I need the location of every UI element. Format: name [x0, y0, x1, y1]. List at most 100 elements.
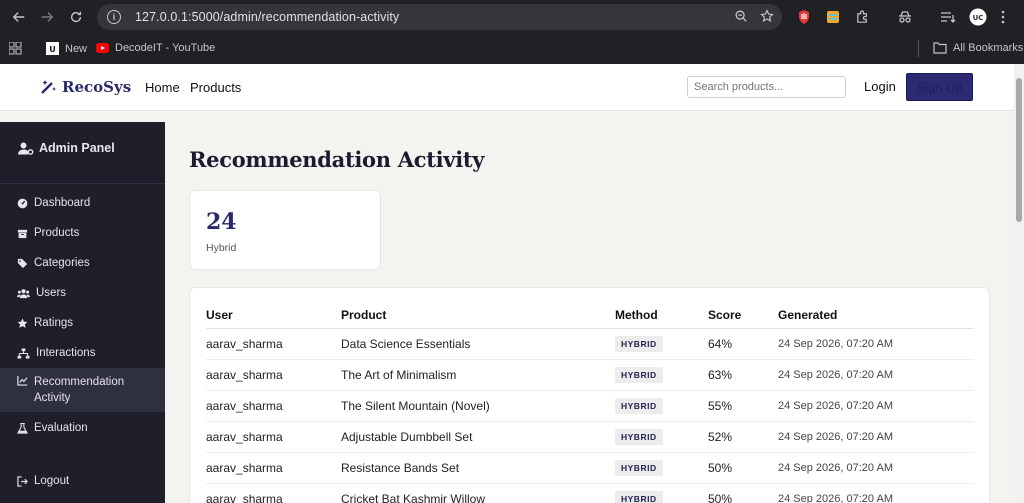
cell-user: aarav_sharma	[206, 359, 341, 391]
dashboard-icon	[17, 198, 28, 209]
extensions-puzzle-icon[interactable]	[855, 7, 870, 27]
box-icon	[17, 229, 28, 239]
brand-logo[interactable]: RecoSys	[40, 78, 131, 96]
svg-text:U: U	[49, 45, 56, 54]
web-page: RecoSys Home Products Login Sign Up Admi…	[0, 64, 1024, 503]
admin-panel-title: Admin Panel	[18, 141, 115, 155]
zoom-icon[interactable]	[734, 9, 748, 26]
stat-value: 24	[206, 209, 237, 235]
cell-product: Data Science Essentials	[341, 328, 615, 360]
sidebar-item-users[interactable]: Users	[0, 287, 165, 299]
magic-wand-icon	[41, 80, 56, 94]
sidebar-item-dashboard[interactable]: Dashboard	[0, 197, 165, 209]
media-queue-icon[interactable]	[940, 7, 956, 27]
cell-score: 55%	[708, 390, 778, 422]
cell-user: aarav_sharma	[206, 421, 341, 453]
column-header-product: Product	[341, 302, 615, 329]
back-icon[interactable]	[5, 3, 33, 31]
sidebar-item-recommendation-activity[interactable]: Recommendation Activity	[0, 368, 165, 412]
incognito-icon[interactable]	[897, 7, 913, 27]
table-row: aarav_sharma The Art of Minimalism HYBRI…	[206, 359, 974, 391]
activity-table: User Product Method Score Generated aara…	[206, 302, 974, 503]
table-row: aarav_sharma Cricket Bat Kashmir Willow …	[206, 483, 974, 503]
cell-score: 50%	[708, 452, 778, 484]
bookmark-new[interactable]: U New	[46, 42, 87, 55]
cell-method: HYBRID	[615, 421, 708, 453]
sidebar-item-categories[interactable]: Categories	[0, 257, 165, 269]
bookmark-star-icon[interactable]	[760, 9, 774, 26]
column-header-score: Score	[708, 302, 778, 329]
cell-product: Cricket Bat Kashmir Willow	[341, 483, 615, 503]
url-text: 127.0.0.1:5000/admin/recommendation-acti…	[135, 10, 400, 24]
brand-name: RecoSys	[62, 78, 132, 96]
sidebar-item-ratings[interactable]: Ratings	[0, 317, 165, 329]
search-input[interactable]	[687, 76, 846, 98]
address-bar[interactable]: i 127.0.0.1:5000/admin/recommendation-ac…	[97, 4, 782, 30]
youtube-icon	[96, 43, 109, 53]
app-extension-icon[interactable]	[826, 7, 840, 27]
apps-grid-icon[interactable]	[8, 41, 22, 58]
cell-method: HYBRID	[615, 452, 708, 484]
flask-icon	[17, 423, 28, 434]
logout-icon	[17, 476, 28, 487]
shield-extension-icon[interactable]	[797, 7, 811, 27]
table-header-row: User Product Method Score Generated	[206, 302, 974, 329]
method-badge: HYBRID	[615, 335, 663, 352]
sidebar-item-label: Categories	[34, 257, 90, 269]
logout-button[interactable]: Logout	[0, 475, 165, 487]
cell-generated: 24 Sep 2026, 07:20 AM	[778, 390, 974, 422]
bookmark-label: DecodeIT - YouTube	[115, 42, 216, 54]
sidebar-divider	[0, 183, 165, 184]
uc-favicon-icon: U	[46, 42, 59, 55]
tags-icon	[17, 258, 28, 269]
bookmark-decodeit[interactable]: DecodeIT - YouTube	[96, 42, 215, 54]
cell-score: 64%	[708, 328, 778, 360]
browser-toolbar: i 127.0.0.1:5000/admin/recommendation-ac…	[0, 0, 1024, 34]
cell-method: HYBRID	[615, 328, 708, 360]
nav-home-link[interactable]: Home	[145, 80, 180, 95]
page-scrollbar[interactable]	[1014, 64, 1024, 503]
cell-generated: 24 Sep 2026, 07:20 AM	[778, 483, 974, 503]
chart-line-icon	[17, 375, 28, 386]
main-content: Recommendation Activity 24 Hybrid User P…	[165, 122, 1014, 503]
activity-table-card: User Product Method Score Generated aara…	[189, 287, 990, 503]
forward-icon[interactable]	[33, 3, 61, 31]
user-gear-icon	[18, 142, 34, 155]
cell-product: The Art of Minimalism	[341, 359, 615, 391]
folder-icon	[933, 42, 947, 54]
scrollbar-thumb[interactable]	[1016, 78, 1022, 222]
sidebar-item-products[interactable]: Products	[0, 227, 165, 239]
table-row: aarav_sharma Resistance Bands Set HYBRID…	[206, 452, 974, 484]
cell-generated: 24 Sep 2026, 07:20 AM	[778, 421, 974, 453]
profile-avatar-icon[interactable]: UC	[969, 7, 987, 27]
sidebar-item-interactions[interactable]: Interactions	[0, 347, 165, 359]
admin-panel-label: Admin Panel	[39, 141, 115, 155]
admin-sidebar: Admin Panel Dashboard Products Categorie…	[0, 122, 165, 503]
table-row: aarav_sharma Adjustable Dumbbell Set HYB…	[206, 421, 974, 453]
login-link[interactable]: Login	[864, 79, 896, 94]
cell-generated: 24 Sep 2026, 07:20 AM	[778, 452, 974, 484]
all-bookmarks-button[interactable]: All Bookmarks	[933, 42, 1023, 54]
method-badge: HYBRID	[615, 397, 663, 414]
svg-text:UC: UC	[973, 14, 984, 22]
sidebar-item-label: Users	[36, 287, 67, 299]
page-title: Recommendation Activity	[189, 147, 485, 172]
cell-user: aarav_sharma	[206, 328, 341, 360]
star-icon	[17, 318, 28, 328]
cell-score: 52%	[708, 421, 778, 453]
nav-products-link[interactable]: Products	[190, 80, 241, 95]
signup-button[interactable]: Sign Up	[906, 73, 973, 101]
cell-product: The Silent Mountain (Novel)	[341, 390, 615, 422]
site-info-icon[interactable]: i	[107, 10, 121, 24]
cell-score: 63%	[708, 359, 778, 391]
sidebar-item-evaluation[interactable]: Evaluation	[0, 422, 165, 434]
reload-icon[interactable]	[62, 3, 90, 31]
method-badge: HYBRID	[615, 459, 663, 476]
stat-label: Hybrid	[206, 242, 237, 254]
top-navbar: RecoSys Home Products Login Sign Up	[0, 64, 1014, 111]
chrome-menu-icon[interactable]	[1000, 7, 1006, 27]
column-header-method: Method	[615, 302, 708, 329]
stat-card-hybrid: 24 Hybrid	[189, 190, 381, 270]
users-icon	[17, 289, 30, 299]
method-badge: HYBRID	[615, 490, 663, 503]
